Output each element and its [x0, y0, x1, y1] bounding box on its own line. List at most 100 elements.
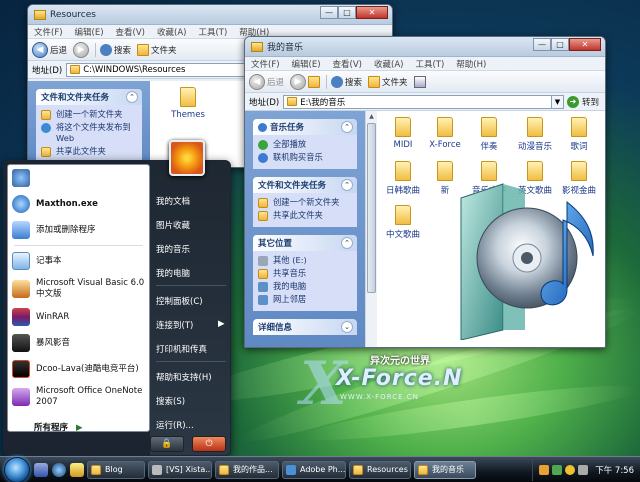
task-pane-scrollbar[interactable]: ▲: [365, 111, 377, 347]
back-button[interactable]: 后退: [267, 76, 284, 88]
scroll-up-icon[interactable]: ▲: [366, 111, 377, 122]
recent-baofeng[interactable]: 暴风影音: [8, 330, 149, 356]
maximize-button[interactable]: □: [551, 38, 569, 51]
place-shared-music[interactable]: 共享音乐: [258, 268, 352, 279]
place-control-panel[interactable]: 控制面板(C): [156, 295, 203, 307]
place-my-computer[interactable]: 我的电脑: [156, 267, 190, 279]
place-my-music[interactable]: 我的音乐: [156, 243, 190, 255]
menu-view[interactable]: 查看(V): [333, 58, 362, 70]
task-resources[interactable]: Resources: [349, 460, 411, 479]
task-my-music[interactable]: 我的音乐: [414, 460, 476, 479]
task-new-folder[interactable]: 创建一个新文件夹: [41, 109, 137, 120]
all-programs-button[interactable]: 所有程序 ▶: [34, 421, 83, 433]
go-arrow-icon[interactable]: ➜: [566, 95, 579, 108]
folder-chinese-songs[interactable]: 中文歌曲: [377, 205, 429, 240]
expand-chevron-icon[interactable]: ⌄: [341, 321, 353, 333]
collapse-chevron-icon[interactable]: ⌃: [341, 179, 353, 191]
recent-dcoo-lava[interactable]: Dcoo-Lava(迪酷电竞平台): [8, 356, 149, 382]
place-search[interactable]: 搜索(S): [156, 395, 185, 407]
minimize-button[interactable]: —: [320, 6, 338, 19]
task-publish-web[interactable]: 将这个文件夹发布到 Web: [41, 122, 137, 144]
resources-titlebar[interactable]: Resources — □ ✕: [28, 5, 392, 25]
place-network[interactable]: 网上邻居: [258, 294, 352, 305]
task-group-header[interactable]: 音乐任务 ⌃: [253, 119, 357, 135]
tray-network-icon[interactable]: [552, 464, 563, 475]
views-icon[interactable]: [413, 75, 426, 88]
task-new-folder[interactable]: 创建一个新文件夹: [258, 197, 352, 208]
place-run[interactable]: 运行(R)...: [156, 419, 194, 431]
task-play-all[interactable]: 全部播放: [258, 139, 352, 150]
go-button[interactable]: 转到: [582, 96, 599, 108]
close-button[interactable]: ✕: [569, 38, 601, 51]
recent-vb6[interactable]: Microsoft Visual Basic 6.0 中文版: [8, 274, 149, 304]
show-desktop-icon[interactable]: [34, 462, 48, 477]
pinned-add-remove[interactable]: 添加或删除程序: [8, 217, 149, 243]
task-xista[interactable]: [VS] Xista...: [148, 460, 212, 479]
clock[interactable]: 下午 7:56: [595, 464, 634, 476]
task-group-header[interactable]: 其它位置 ⌃: [253, 235, 357, 251]
start-button[interactable]: [4, 456, 30, 482]
tray-volume-icon[interactable]: [578, 464, 589, 475]
folders-button[interactable]: 文件夹: [151, 44, 177, 56]
task-photoshop[interactable]: Adobe Ph...: [282, 460, 346, 479]
task-buy-music[interactable]: 联机购买音乐: [258, 152, 352, 163]
task-share-folder[interactable]: 共享此文件夹: [41, 146, 137, 157]
task-group-header[interactable]: 详细信息 ⌄: [253, 319, 357, 335]
address-dropdown-icon[interactable]: ▼: [551, 94, 564, 109]
place-my-documents[interactable]: 我的文档: [156, 195, 190, 207]
ie-icon[interactable]: [52, 462, 66, 477]
menu-favorites[interactable]: 收藏(A): [374, 58, 403, 70]
task-group-header[interactable]: 文件和文件夹任务 ⌃: [253, 177, 357, 193]
menu-edit[interactable]: 编辑(E): [75, 26, 104, 38]
task-share-folder[interactable]: 共享此文件夹: [258, 210, 352, 221]
lock-button[interactable]: 🔒: [150, 436, 184, 452]
task-group-header[interactable]: 文件和文件夹任务 ⌃: [36, 89, 142, 105]
power-button[interactable]: ⏻: [192, 436, 226, 452]
maximize-button[interactable]: □: [338, 6, 356, 19]
folder-themes[interactable]: Themes: [162, 87, 214, 120]
menu-file[interactable]: 文件(F): [34, 26, 63, 38]
music-titlebar[interactable]: 我的音乐 — □ ✕: [245, 37, 605, 57]
recent-onenote[interactable]: Microsoft Office OneNote 2007: [8, 382, 149, 412]
task-my-works[interactable]: 我的作品...: [215, 460, 279, 479]
folders-button[interactable]: 文件夹: [382, 76, 408, 88]
collapse-chevron-icon[interactable]: ⌃: [341, 237, 353, 249]
place-drive-e[interactable]: 其他 (E:): [258, 255, 352, 266]
place-printers[interactable]: 打印机和传真: [156, 343, 207, 355]
up-folder-icon[interactable]: [308, 75, 321, 88]
place-my-computer[interactable]: 我的电脑: [258, 281, 352, 292]
close-button[interactable]: ✕: [356, 6, 388, 19]
collapse-chevron-icon[interactable]: ⌃: [341, 121, 353, 133]
menu-tools[interactable]: 工具(T): [415, 58, 444, 70]
folder-lyrics[interactable]: 歌词: [553, 117, 605, 152]
menu-favorites[interactable]: 收藏(A): [157, 26, 186, 38]
folder-accompaniment[interactable]: 伴奏: [463, 117, 515, 152]
folder-quicklaunch-icon[interactable]: [70, 462, 84, 477]
scroll-thumb[interactable]: [367, 123, 376, 293]
menu-tools[interactable]: 工具(T): [198, 26, 227, 38]
task-blog[interactable]: Blog: [87, 460, 145, 479]
recent-winrar[interactable]: WinRAR: [8, 304, 149, 330]
minimize-button[interactable]: —: [533, 38, 551, 51]
tray-qq-icon[interactable]: [565, 464, 576, 475]
place-help[interactable]: 帮助和支持(H): [156, 371, 212, 383]
tray-ime-icon[interactable]: [539, 464, 550, 475]
search-button[interactable]: 搜索: [114, 44, 131, 56]
menu-help[interactable]: 帮助(H): [456, 58, 486, 70]
back-arrow-icon[interactable]: ◀: [249, 73, 265, 90]
forward-arrow-icon[interactable]: ▶: [290, 73, 307, 90]
place-connect-to[interactable]: 连接到(T) ▶: [156, 319, 225, 331]
user-avatar[interactable]: [169, 140, 205, 176]
pinned-maxthon[interactable]: Maxthon.exe: [8, 191, 149, 217]
recent-notepad[interactable]: 记事本: [8, 248, 149, 274]
address-field[interactable]: E:\我的音乐: [283, 94, 552, 109]
back-button[interactable]: 后退: [50, 44, 67, 56]
collapse-chevron-icon[interactable]: ⌃: [126, 91, 138, 103]
search-button[interactable]: 搜索: [345, 76, 362, 88]
back-arrow-icon[interactable]: ◀: [32, 41, 48, 58]
menu-file[interactable]: 文件(F): [251, 58, 280, 70]
menu-view[interactable]: 查看(V): [116, 26, 145, 38]
place-my-pictures[interactable]: 图片收藏: [156, 219, 190, 231]
forward-arrow-icon[interactable]: ▶: [73, 41, 90, 58]
menu-edit[interactable]: 编辑(E): [292, 58, 321, 70]
